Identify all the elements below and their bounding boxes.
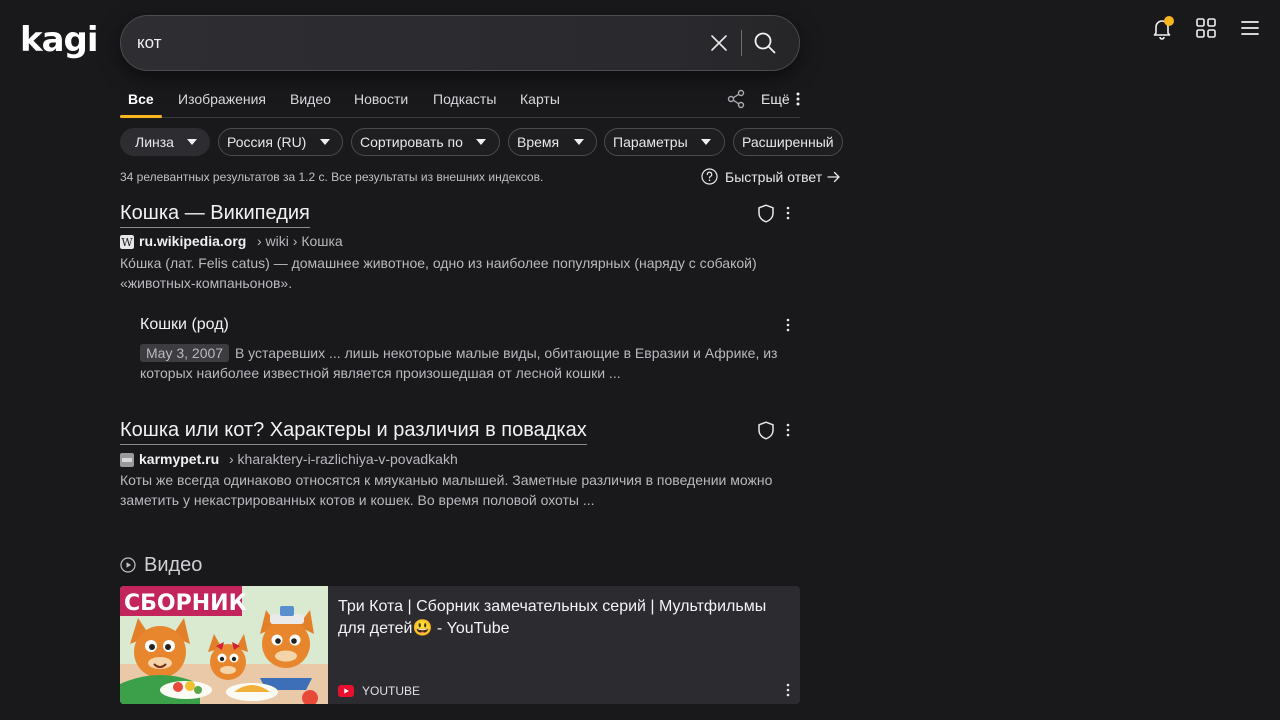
caret-down-icon [187, 139, 197, 145]
filter-advanced[interactable]: Расширенный [733, 128, 843, 156]
karmypet-favicon-icon [120, 453, 134, 467]
filter-sort-label: Сортировать по [360, 134, 463, 150]
arrow-right-icon [827, 171, 840, 183]
result-path: › kharaktery-i-razlichiya-v-povadkakh [229, 451, 458, 467]
filter-params-label: Параметры [613, 134, 688, 150]
filter-lens-label: Линза [135, 134, 174, 150]
tab-podcasts[interactable]: Подкасты [433, 91, 496, 107]
result-domain: karmypet.ru [139, 451, 220, 467]
play-circle-icon [120, 557, 136, 573]
video-card[interactable]: СБОРНИК Три Кота | Сборник замечательных… [120, 586, 800, 704]
subresult-snippet: May 3, 2007 В устаревших ... лишь некото… [140, 343, 790, 383]
result-menu-icon[interactable] [785, 206, 791, 220]
search-divider [741, 30, 742, 56]
kagi-logo[interactable]: kagi [20, 18, 100, 62]
caret-down-icon [476, 139, 486, 145]
videos-heading: Видео [144, 554, 203, 576]
tab-news[interactable]: Новости [354, 91, 408, 107]
filter-lens[interactable]: Линза [120, 128, 210, 156]
search-tabs: Все Изображения Видео Новости Подкасты К… [120, 82, 800, 118]
filter-time[interactable]: Время [508, 128, 597, 156]
svg-text:kagi: kagi [20, 20, 98, 60]
subresult-title-link[interactable]: Кошки (род) [140, 316, 229, 334]
search-box[interactable]: кот [120, 15, 800, 71]
svg-text:W: W [121, 236, 133, 249]
tab-videos[interactable]: Видео [290, 91, 331, 107]
search-icon[interactable] [753, 31, 777, 55]
apps-grid-icon[interactable] [1194, 16, 1218, 40]
filter-sort[interactable]: Сортировать по [351, 128, 500, 156]
video-title[interactable]: Три Кота | Сборник замечательных серий |… [338, 596, 778, 640]
caret-down-icon [574, 139, 584, 145]
filter-time-label: Время [517, 134, 560, 150]
shield-icon[interactable] [757, 421, 775, 440]
date-badge: May 3, 2007 [140, 344, 230, 362]
result-menu-icon[interactable] [785, 423, 791, 437]
tab-more[interactable]: Ещё [761, 91, 790, 107]
result-snippet: Ко́шка (лат. Felis catus) — домашнее жив… [120, 255, 757, 291]
svg-text:СБОРНИК: СБОРНИК [124, 591, 247, 616]
result-domain: ru.wikipedia.org [139, 233, 247, 249]
quick-answer-label: Быстрый ответ [725, 169, 823, 185]
shield-icon[interactable] [757, 204, 775, 223]
results-stats: 34 релевантных результатов за 1.2 с. Все… [120, 170, 544, 184]
youtube-icon [338, 685, 354, 697]
clear-icon[interactable] [709, 33, 729, 53]
filter-advanced-label: Расширенный [742, 134, 834, 150]
notification-dot [1164, 16, 1174, 26]
result-title-link[interactable]: Кошка — Википедия [120, 202, 310, 228]
result-snippet: Коты же всегда одинаково относятся к мяу… [120, 472, 773, 508]
search-input[interactable]: кот [137, 33, 162, 53]
caret-down-icon [701, 139, 711, 145]
tab-maps[interactable]: Карты [520, 91, 560, 107]
active-tab-indicator [120, 115, 162, 118]
video-menu-icon[interactable] [785, 683, 791, 697]
wikipedia-favicon-icon: W [120, 235, 134, 249]
menu-icon[interactable] [1238, 16, 1262, 40]
more-vertical-icon[interactable] [794, 91, 802, 107]
filter-region-label: Россия (RU) [227, 134, 307, 150]
tab-all[interactable]: Все [128, 91, 154, 107]
tab-images[interactable]: Изображения [178, 91, 266, 107]
video-source: YOUTUBE [362, 684, 421, 698]
caret-down-icon [320, 139, 330, 145]
share-icon[interactable] [726, 89, 746, 109]
video-thumbnail[interactable]: СБОРНИК [120, 586, 328, 704]
result-title-link[interactable]: Кошка или кот? Характеры и различия в по… [120, 419, 587, 445]
result-path: › wiki › Кошка [257, 233, 343, 249]
subresult-menu-icon[interactable] [785, 318, 791, 332]
filter-region[interactable]: Россия (RU) [218, 128, 343, 156]
subresult-snippet-text: В устаревших ... лишь некоторые малые ви… [140, 345, 778, 381]
help-circle-icon [701, 168, 718, 185]
filter-params[interactable]: Параметры [604, 128, 725, 156]
